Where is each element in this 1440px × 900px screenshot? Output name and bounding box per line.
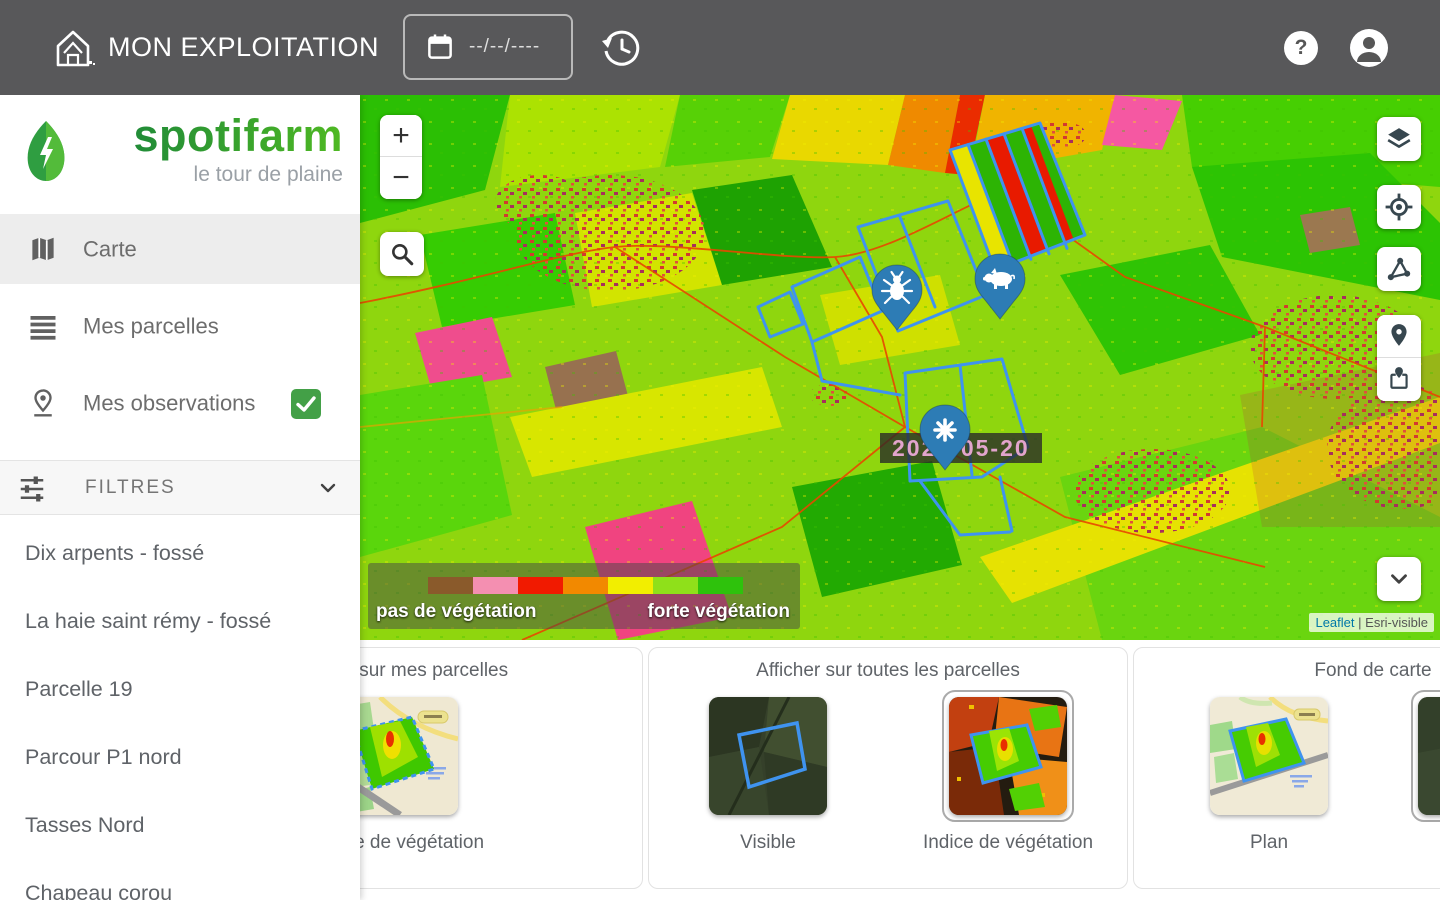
option-satellite[interactable] [1382,688,1440,854]
topbar: MON EXPLOITATION --/--/---- ? [0,0,1440,95]
option-label: Plan [1249,832,1289,853]
observation-marker-boar[interactable] [973,253,1027,321]
parcel-list-item[interactable]: Tasses Nord [0,791,360,859]
option-plan[interactable]: Plan [1174,688,1364,854]
map-attribution: Leaflet | Esri-visible [1309,613,1434,632]
thumb-visible[interactable] [709,697,827,815]
parcel-list-item[interactable]: Parcour P1 nord [0,723,360,791]
account-button[interactable] [1350,29,1388,67]
thumb-plan[interactable] [1210,697,1328,815]
measure-area-icon [1387,257,1411,281]
option-label: Indice de végétation [922,832,1094,853]
locate-icon [1385,193,1413,221]
zoom-out-button[interactable]: − [380,157,422,199]
map-canvas[interactable] [360,95,1440,640]
selected-option-border [1411,690,1440,822]
parcel-list-item[interactable]: La haie saint rémy - fossé [0,587,360,655]
sidebar-item-label: Mes observations [83,390,256,416]
thumb-ndvi-all[interactable] [949,697,1067,815]
card-all-parcels: Afficher sur toutes les parcelles Visibl… [648,647,1128,889]
help-button[interactable]: ? [1284,31,1318,65]
search-icon [392,244,414,266]
measure-button[interactable] [1377,247,1421,291]
search-button[interactable] [380,232,424,276]
filters-icon [20,476,44,502]
sidebar-item-label: Mes parcelles [83,313,219,339]
leaflet-link[interactable]: Leaflet [1315,615,1354,630]
history-icon [602,30,640,66]
parcel-list-item[interactable]: Chapeau corou [0,859,360,900]
card-basemap: Fond de carte Plan [1133,647,1440,889]
history-button[interactable] [598,25,644,71]
selected-option-border [942,690,1074,822]
calendar-icon [428,34,452,59]
filters-toggle[interactable]: FILTRES [0,460,360,515]
account-icon [1357,37,1381,62]
option-label: Visible [740,832,796,853]
option-ndvi-all[interactable]: Indice de végétation [908,688,1108,854]
date-value: --/--/---- [469,36,541,57]
sidebar-item-mes-parcelles[interactable]: Mes parcelles [0,291,360,361]
locate-button[interactable] [1377,185,1421,229]
parcel-list: Dix arpents - fossé La haie saint rémy -… [0,519,360,900]
map: + − pas de végétation forte végétation L… [360,95,1440,640]
ndvi-legend: pas de végétation forte végétation [368,563,800,629]
card-title: Afficher sur toutes les parcelles [756,660,1020,681]
parcel-list-item[interactable]: Dix arpents - fossé [0,519,360,587]
card-title: Fond de carte [1314,660,1432,681]
page-title: MON EXPLOITATION [108,32,380,62]
sidebar-item-mes-observations[interactable]: Mes observations [0,368,360,438]
zoom-controls: + − [380,115,422,199]
farm-home-icon [56,30,95,67]
help-icon: ? [1294,36,1308,59]
legend-label-high: forte végétation [647,601,790,622]
brand-name: spotifarm [80,111,343,161]
filters-label: FILTRES [85,476,176,498]
chevron-down-icon [1391,574,1407,584]
sidebar: spotifarm le tour de plaine Carte Mes pa… [0,95,360,900]
marker-tools [1377,315,1421,401]
drop-pin-button[interactable] [1377,315,1421,358]
list-icon [30,316,56,340]
sidebar-item-label: Carte [83,236,137,262]
pin-icon [1391,323,1407,346]
layers-button[interactable] [1377,117,1421,161]
brand-tagline: le tour de plaine [193,163,343,186]
date-picker-button[interactable]: --/--/---- [403,14,573,80]
observations-checkbox[interactable] [291,389,321,419]
legend-label-low: pas de végétation [376,601,537,622]
spotifarm-leaf-icon [27,121,65,181]
parcel-list-item[interactable]: Parcelle 19 [0,655,360,723]
pin-box-icon [1390,367,1408,389]
sidebar-item-carte[interactable]: Carte [0,214,360,284]
map-icon [32,237,54,261]
brand: spotifarm le tour de plaine [80,111,343,187]
observation-marker-bug[interactable] [870,264,924,332]
chevron-down-icon [320,483,336,493]
add-observation-button[interactable] [1377,358,1421,401]
weed-icon [933,418,957,442]
observation-marker-weed[interactable] [918,404,972,472]
app: MON EXPLOITATION --/--/---- ? + − pas de… [0,0,1440,900]
ndvi-gradient [428,577,743,594]
pin-drop-icon [34,389,52,417]
collapse-panel-button[interactable] [1377,557,1421,601]
tiles-source: Esri-visible [1365,615,1428,630]
zoom-in-button[interactable]: + [380,115,422,157]
option-visible[interactable]: Visible [668,688,868,854]
thumb-satellite[interactable] [1418,697,1440,815]
check-icon [296,396,316,412]
layers-icon [1387,128,1411,148]
